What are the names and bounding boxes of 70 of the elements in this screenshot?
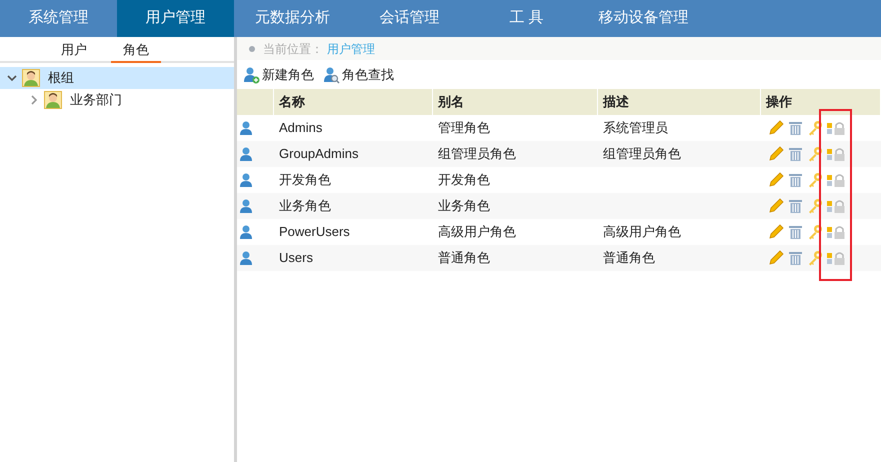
tree-item[interactable]: 业务部门: [0, 89, 234, 111]
column-header: 操作: [761, 89, 881, 115]
user-icon: [238, 224, 254, 240]
lock-icon[interactable]: [827, 172, 845, 188]
column-header: 描述: [598, 89, 761, 115]
table-cell-text: 开发角色: [278, 171, 332, 190]
lock-icon[interactable]: [827, 250, 845, 266]
nav-tab[interactable]: 用户管理: [117, 0, 234, 37]
side-tab[interactable]: 用户: [49, 39, 99, 63]
column-header: 名称: [274, 89, 433, 115]
table-cell-text: 系统管理员: [602, 119, 669, 138]
pencil-icon[interactable]: [768, 250, 784, 266]
trash-icon[interactable]: [788, 250, 803, 266]
table-cell-text: 开发角色: [437, 171, 491, 190]
key-icon[interactable]: [807, 198, 823, 214]
tree-label: 根组: [48, 69, 74, 88]
table-cell-text: 高级用户角色: [602, 223, 682, 242]
nav-tab[interactable]: 移动设备管理: [585, 0, 702, 37]
new-role-button[interactable]: 新建角色: [242, 64, 314, 84]
key-icon[interactable]: [807, 250, 823, 266]
table-cell-text: Admins: [278, 119, 324, 138]
table-cell-text: 组管理员角色: [602, 145, 682, 164]
column-header: 别名: [433, 89, 598, 115]
table-cell-text: 业务角色: [278, 197, 332, 216]
nav-tab[interactable]: 会话管理: [351, 0, 468, 37]
add-user-icon: [242, 66, 260, 84]
pencil-icon[interactable]: [768, 120, 784, 136]
table-cell-text: 高级用户角色: [437, 223, 517, 242]
tree-label: 业务部门: [70, 91, 122, 110]
dot-icon: [249, 46, 255, 52]
lock-icon[interactable]: [827, 224, 845, 240]
pencil-icon[interactable]: [768, 198, 784, 214]
pencil-icon[interactable]: [768, 146, 784, 162]
pencil-icon[interactable]: [768, 172, 784, 188]
table-cell-text: GroupAdmins: [278, 145, 360, 164]
breadcrumb-label: 当前位置：: [263, 40, 323, 58]
table-cell-text: 普通角色: [437, 249, 491, 268]
lock-icon[interactable]: [827, 146, 845, 162]
user-icon: [238, 120, 254, 136]
user-avatar-icon: [44, 91, 62, 109]
trash-icon[interactable]: [788, 120, 803, 136]
table-cell-text: PowerUsers: [278, 223, 351, 242]
nav-tab[interactable]: 元数据分析: [234, 0, 351, 37]
key-icon[interactable]: [807, 146, 823, 162]
key-icon[interactable]: [807, 172, 823, 188]
user-icon: [238, 198, 254, 214]
find-role-button[interactable]: 角色查找: [322, 64, 394, 84]
user-avatar-icon: [22, 69, 40, 87]
key-icon[interactable]: [807, 120, 823, 136]
table-cell-text: 业务角色: [437, 197, 491, 216]
user-icon: [238, 172, 254, 188]
trash-icon[interactable]: [788, 146, 803, 162]
pencil-icon[interactable]: [768, 224, 784, 240]
table-cell-text: 管理角色: [437, 119, 491, 138]
trash-icon[interactable]: [788, 172, 803, 188]
lock-icon[interactable]: [827, 198, 845, 214]
trash-icon[interactable]: [788, 198, 803, 214]
tree-item[interactable]: 根组: [0, 67, 234, 89]
nav-tab[interactable]: 系统管理: [0, 0, 117, 37]
side-tab[interactable]: 角色: [111, 39, 161, 63]
search-user-icon: [322, 66, 340, 84]
lock-icon[interactable]: [827, 120, 845, 136]
table-cell-text: 组管理员角色: [437, 145, 517, 164]
user-icon: [238, 250, 254, 266]
table-cell-text: 普通角色: [602, 249, 656, 268]
user-icon: [238, 146, 254, 162]
table-cell-text: Users: [278, 249, 314, 268]
key-icon[interactable]: [807, 224, 823, 240]
nav-tab[interactable]: 工 具: [468, 0, 585, 37]
trash-icon[interactable]: [788, 224, 803, 240]
